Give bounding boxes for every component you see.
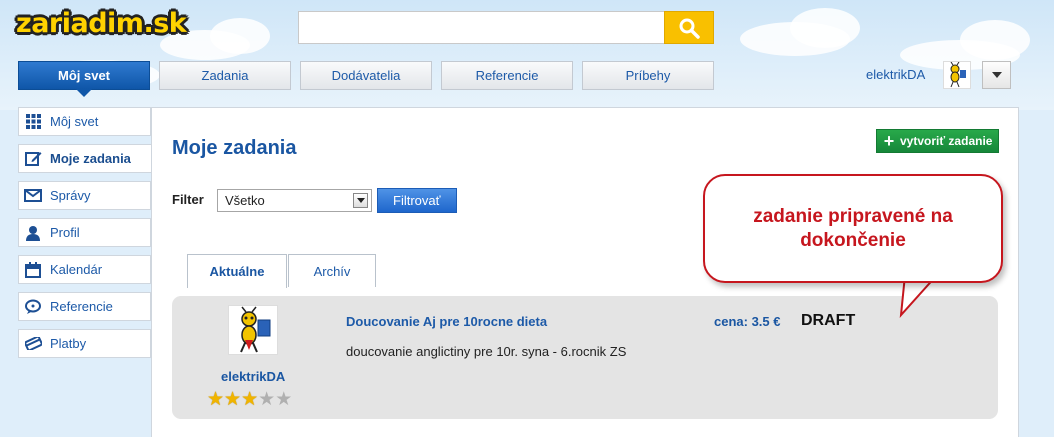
filter-button[interactable]: Filtrovať bbox=[377, 188, 457, 213]
create-task-label: vytvoriť zadanie bbox=[900, 134, 993, 148]
sidebar-item-moj-svet[interactable]: Môj svet bbox=[18, 107, 151, 136]
ant-mascot-icon bbox=[950, 61, 966, 88]
filter-selected-value: Všetko bbox=[225, 193, 265, 208]
sidebar-item-profil[interactable]: Profil bbox=[18, 218, 151, 247]
page-title: Moje zadania bbox=[172, 137, 297, 159]
sidebar-item-label: Referencie bbox=[50, 299, 113, 314]
select-arrow-icon bbox=[353, 193, 368, 208]
search-button[interactable] bbox=[664, 11, 714, 44]
callout-text: zadanie pripravené na dokončenie bbox=[753, 205, 953, 251]
task-status-badge: DRAFT bbox=[801, 312, 856, 329]
sidebar-item-label: Moje zadania bbox=[50, 151, 131, 166]
card-icon bbox=[24, 335, 42, 353]
chat-icon bbox=[24, 298, 42, 316]
sidebar-item-label: Profil bbox=[50, 225, 80, 240]
sidebar-item-label: Správy bbox=[50, 188, 91, 203]
sidebar-item-referencie[interactable]: Referencie bbox=[18, 292, 151, 321]
user-name-link[interactable]: elektrikDA bbox=[866, 67, 925, 82]
plus-icon: + bbox=[883, 130, 895, 151]
filter-select[interactable]: Všetko bbox=[217, 189, 372, 212]
chevron-down-icon bbox=[991, 72, 1002, 78]
edit-icon bbox=[24, 150, 42, 168]
star-icon: ★ bbox=[241, 389, 259, 410]
task-card: elektrikDA ★ ★ ★ ★ ★ Doucovanie Aj pre 1… bbox=[172, 296, 998, 419]
star-icon: ★ bbox=[258, 389, 276, 410]
sidebar-item-kalendar[interactable]: Kalendár bbox=[18, 255, 151, 284]
task-price: cena: 3.5 € bbox=[714, 314, 781, 329]
search-input[interactable] bbox=[298, 11, 664, 44]
calendar-icon bbox=[24, 261, 42, 279]
annotation-callout: zadanie pripravené na dokončenie bbox=[703, 174, 1003, 283]
task-user-avatar[interactable] bbox=[228, 305, 278, 355]
sidebar-item-platby[interactable]: Platby bbox=[18, 329, 151, 358]
filter-label: Filter bbox=[172, 192, 204, 207]
nav-tab-moj-svet[interactable]: Môj svet bbox=[18, 61, 150, 97]
nav-tab-referencie[interactable]: Referencie bbox=[441, 61, 573, 90]
star-icon: ★ bbox=[224, 389, 242, 410]
sidebar: Môj svet Moje zadania Správy Profil Kale… bbox=[18, 107, 152, 366]
site-logo[interactable]: zariadim.sk bbox=[16, 8, 187, 39]
star-icon: ★ bbox=[275, 389, 293, 410]
sidebar-item-spravy[interactable]: Správy bbox=[18, 181, 151, 210]
tab-aktualne[interactable]: Aktuálne bbox=[187, 254, 287, 288]
rating-stars: ★ ★ ★ ★ ★ bbox=[207, 390, 292, 409]
create-task-button[interactable]: + vytvoriť zadanie bbox=[876, 129, 1000, 153]
nav-tab-pribehy[interactable]: Príbehy bbox=[582, 61, 714, 90]
person-icon bbox=[24, 224, 42, 242]
star-icon: ★ bbox=[207, 389, 225, 410]
ant-mascot-icon bbox=[240, 306, 271, 353]
sidebar-item-label: Platby bbox=[50, 336, 87, 351]
user-avatar[interactable] bbox=[943, 61, 971, 89]
search-icon bbox=[679, 18, 700, 39]
user-menu-dropdown[interactable] bbox=[982, 61, 1011, 89]
task-user-name[interactable]: elektrikDA bbox=[221, 369, 285, 384]
mail-icon bbox=[24, 187, 42, 205]
sidebar-item-label: Kalendár bbox=[50, 262, 103, 277]
nav-tab-dodavatelia[interactable]: Dodávatelia bbox=[300, 61, 432, 90]
sidebar-item-moje-zadania[interactable]: Moje zadania bbox=[18, 144, 152, 173]
task-description: doucovanie anglictiny pre 10r. syna - 6.… bbox=[346, 344, 627, 359]
tab-archiv[interactable]: Archív bbox=[288, 254, 376, 287]
nav-tab-zadania[interactable]: Zadania bbox=[159, 61, 291, 90]
grid-icon bbox=[24, 113, 42, 131]
sidebar-item-label: Môj svet bbox=[50, 114, 99, 129]
task-title-link[interactable]: Doucovanie Aj pre 10rocne dieta bbox=[346, 314, 547, 329]
